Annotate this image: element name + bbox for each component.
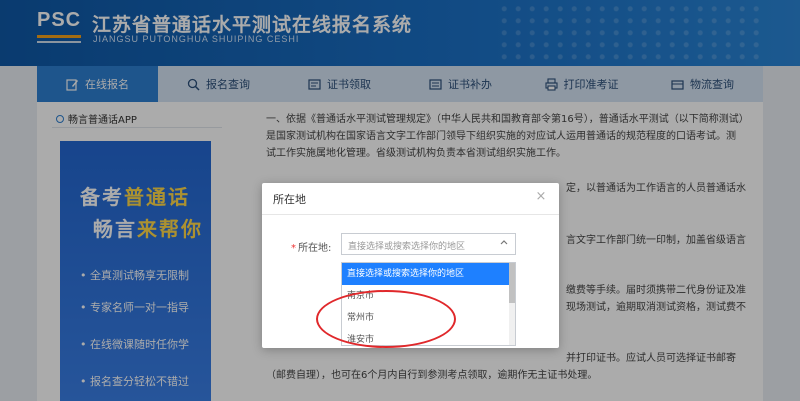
dropdown-scrollbar[interactable] (509, 263, 515, 345)
close-icon[interactable]: × (533, 189, 549, 205)
chevron-up-icon (499, 238, 509, 248)
dialog-header: 所在地 × (262, 183, 559, 215)
scrollbar-thumb[interactable] (509, 263, 515, 303)
required-mark: * (291, 243, 296, 254)
location-field-label: * 所在地: (291, 243, 332, 254)
dropdown-option[interactable]: 直接选择或搜索选择你的地区 (342, 263, 515, 285)
select-placeholder: 直接选择或搜索选择你的地区 (348, 242, 466, 252)
dialog-title: 所在地 (273, 193, 306, 206)
location-select[interactable]: 直接选择或搜索选择你的地区 (341, 233, 516, 255)
red-circle-annotation (316, 290, 456, 348)
